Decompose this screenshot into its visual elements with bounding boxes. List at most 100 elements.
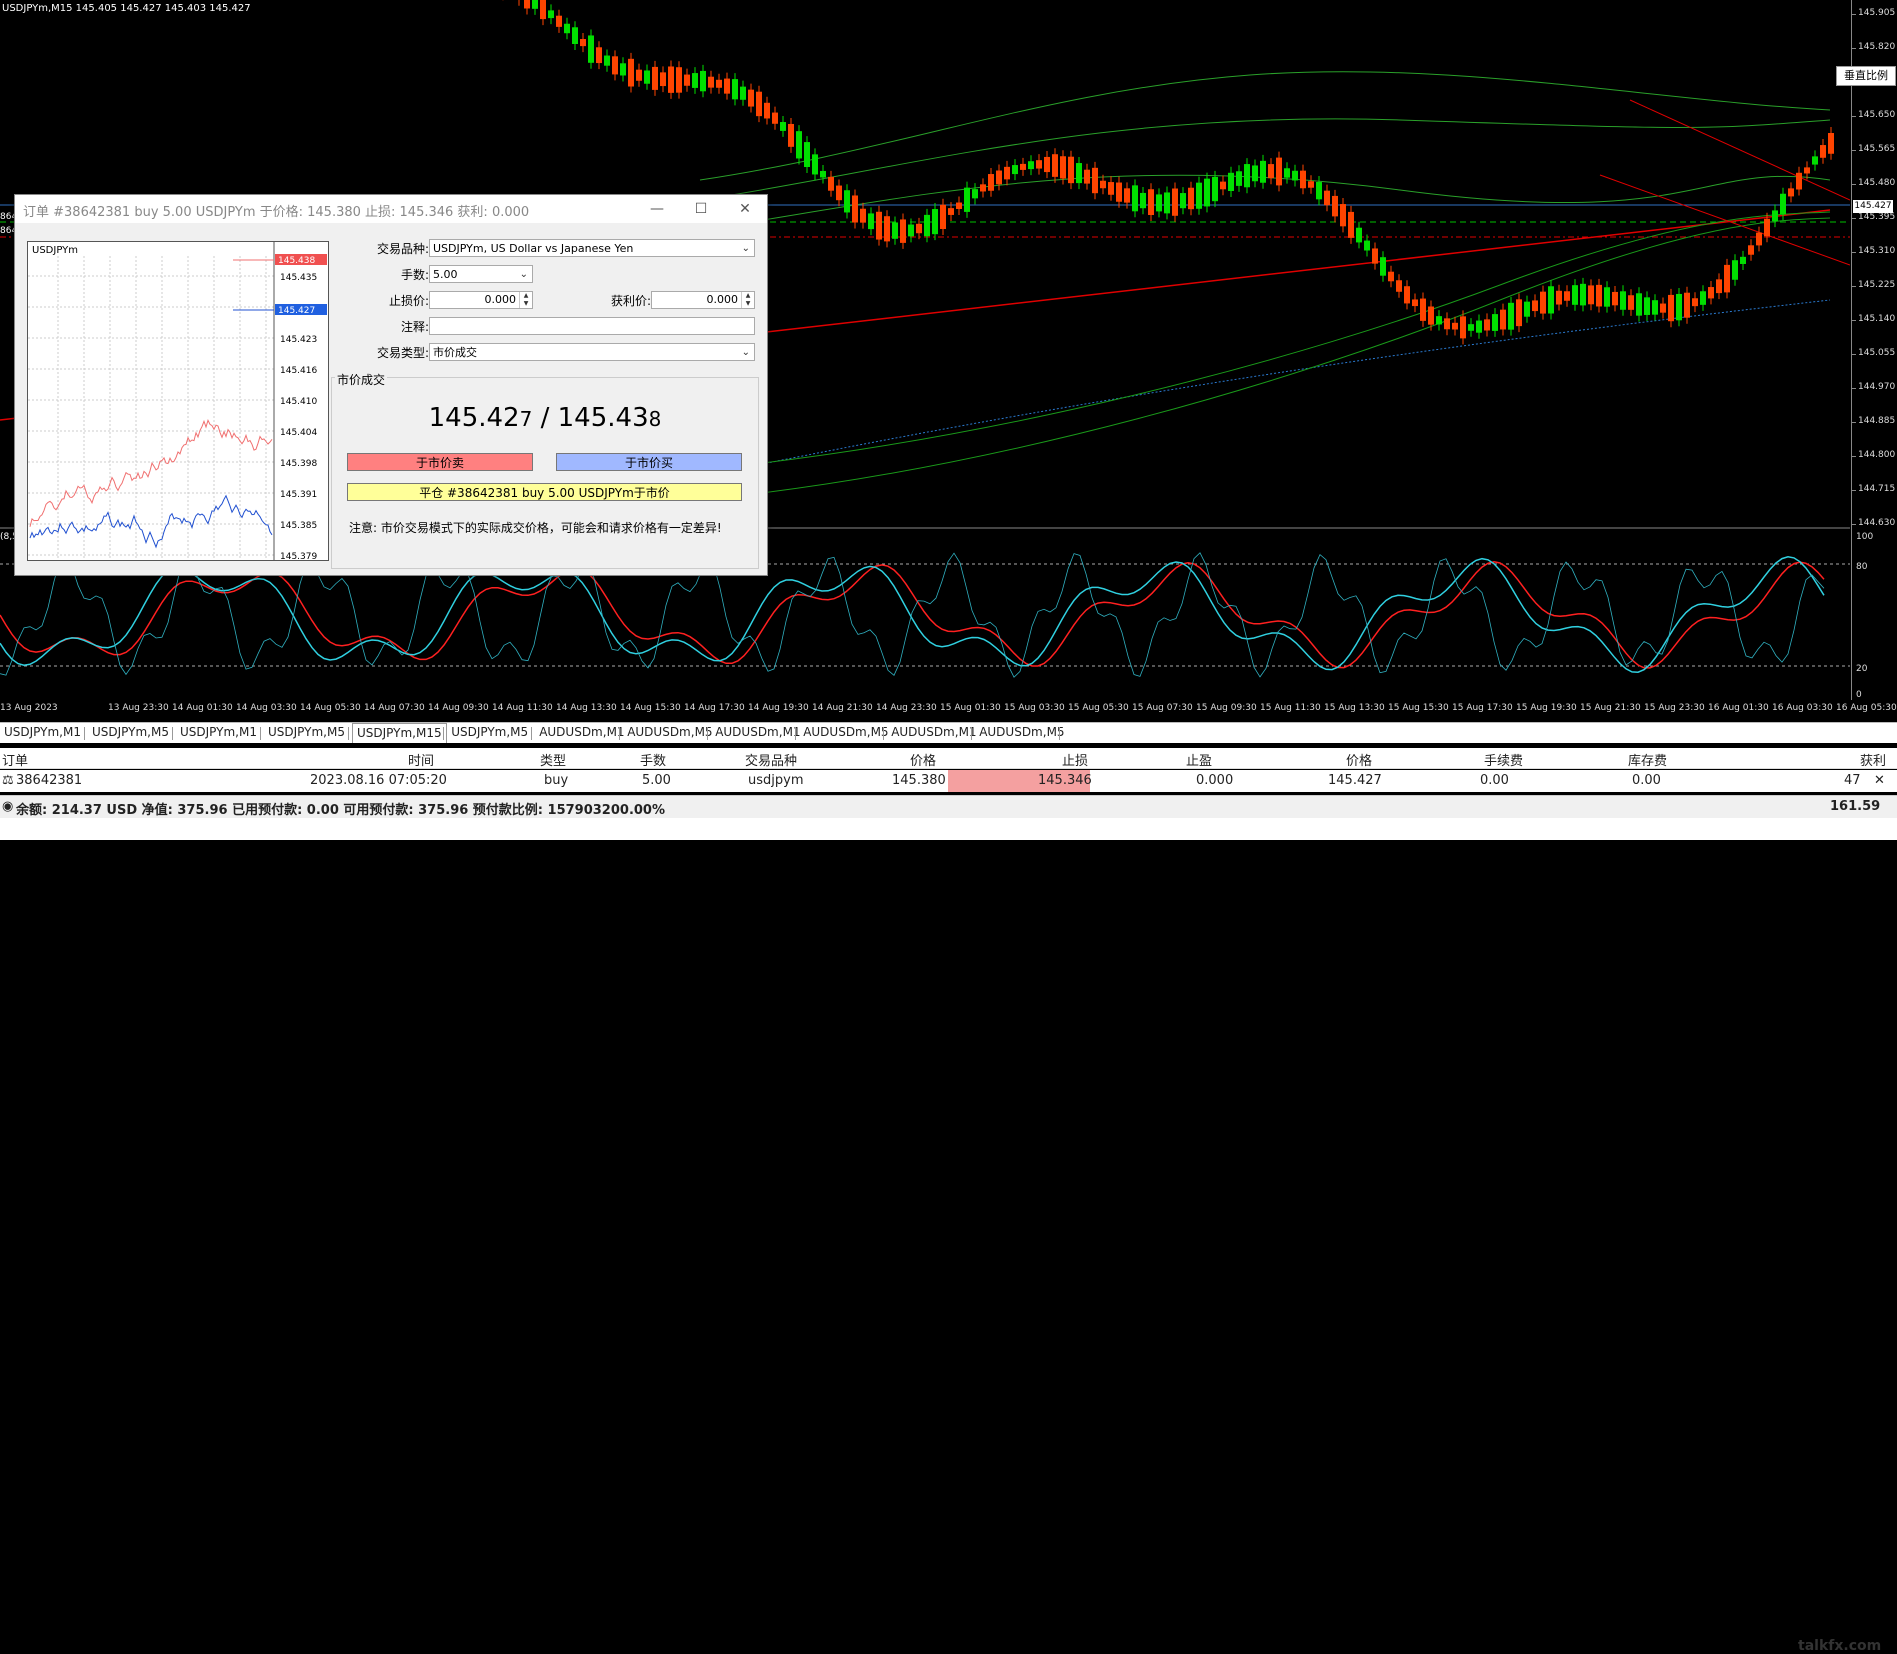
chart-tab[interactable]: AUDUSDm,M5 [975,725,1068,739]
col-profit[interactable]: 获利 [1860,750,1886,769]
col-type[interactable]: 类型 [540,750,566,769]
candle-body [596,47,602,64]
bid-price-tag-text: 145.427 [278,306,315,316]
candle-body [1556,290,1562,305]
maximize-icon[interactable]: ☐ [679,195,723,223]
col-time[interactable]: 时间 [408,750,434,769]
symbol-select[interactable]: USDJPYm, US Dollar vs Japanese Yen ⌄ [429,239,755,257]
col-commission[interactable]: 手续费 [1484,750,1523,769]
candle-body [1812,156,1818,165]
sell-by-market-button[interactable]: 于市价卖 [347,453,533,471]
time-tick-label: 16 Aug 01:30 [1708,703,1769,713]
candle-body [1804,167,1810,174]
candle-body [1028,161,1034,170]
chart-tab[interactable]: AUDUSDm,M1 [887,725,980,739]
chart-tab[interactable]: USDJPYm,M5 [447,725,532,739]
chart-tab[interactable]: AUDUSDm,M1 [535,725,628,739]
dialog-titlebar[interactable]: 订单 #38642381 buy 5.00 USDJPYm 于价格: 145.3… [15,195,767,223]
tab-separator [971,727,973,740]
price-tick-label: 145.820 [1851,42,1896,52]
col-tp[interactable]: 止盈 [1186,750,1212,769]
candle-body [1212,176,1218,202]
chart-tab[interactable]: USDJPYm,M1 [0,725,85,739]
candle-body [1284,168,1290,178]
minimize-icon[interactable]: — [635,195,679,223]
col-cur-price[interactable]: 价格 [1346,750,1372,769]
candle-body [1140,192,1146,209]
time-tick-label: 14 Aug 01:30 [172,703,233,713]
chart-tab[interactable]: AUDUSDm,M5 [799,725,892,739]
lots-label: 手数: [400,268,429,282]
order-tp[interactable]: 0.000 [1196,773,1233,788]
col-swap[interactable]: 库存费 [1628,750,1667,769]
candle-body [956,202,962,209]
candle-body [1044,156,1050,173]
order-sl[interactable]: 145.346 [1038,773,1092,788]
lots-select[interactable]: 5.00 ⌄ [429,265,533,283]
chart-tab[interactable]: USDJPYm,M15 [352,723,447,743]
close-position-button[interactable]: 平仓 #38642381 buy 5.00 USDJPYm于市价 [347,483,742,501]
candle-body [1524,301,1530,317]
spin-arrows-icon[interactable]: ▲ ▼ [519,292,532,308]
tab-separator [1059,727,1061,740]
price-tick-label: 145.310 [1851,246,1896,256]
order-cur-price: 145.427 [1328,773,1382,788]
vertical-scale-button[interactable]: 垂直比例 [1836,66,1896,86]
close-order-icon[interactable]: ✕ [1874,773,1885,788]
col-sl[interactable]: 止损 [1062,750,1088,769]
comment-input[interactable] [429,317,755,335]
candle-body [1260,160,1266,183]
col-symbol[interactable]: 交易品种 [745,750,797,769]
candle-body [1492,314,1498,331]
candle-body [868,213,874,230]
candle-body [1684,292,1690,318]
chart-tab[interactable]: AUDUSDm,M1 [711,725,804,739]
buy-by-market-button[interactable]: 于市价买 [556,453,742,471]
col-price[interactable]: 价格 [910,750,936,769]
order-row[interactable]: ⚖ 38642381 2023.08.16 07:05:20 buy 5.00 … [0,770,1897,792]
candle-body [1692,298,1698,307]
tp-input[interactable]: 0.000 ▲ ▼ [651,291,755,309]
candle-body [884,216,890,242]
candle-body [1652,300,1658,315]
candle-body [1628,295,1634,310]
comment-label: 注释: [400,320,429,334]
order-dialog[interactable]: 订单 #38642381 buy 5.00 USDJPYm 于价格: 145.3… [14,194,768,576]
candle-body [644,70,650,84]
col-order[interactable]: 订单 [2,750,28,769]
time-tick-label: 15 Aug 13:30 [1324,703,1385,713]
candle-body [1156,194,1162,212]
candle-body [684,74,690,86]
total-profit: 161.59 [1830,799,1881,814]
chart-tab[interactable]: USDJPYm,M1 [176,725,261,739]
col-lots[interactable]: 手数 [640,750,666,769]
candle-body [1604,287,1610,307]
candle-body [788,123,794,147]
candle-body [1228,172,1234,192]
price-tick-label: 145.395 [1851,212,1896,222]
chart-tab[interactable]: USDJPYm,M5 [264,725,349,739]
candle-body [1700,291,1706,305]
candle-body [1268,164,1274,179]
candle-body [1004,166,1010,180]
ask-price-tag-text: 145.438 [278,256,315,266]
candle-body [1828,133,1834,154]
candle-body [1780,193,1786,215]
type-select[interactable]: 市价成交 ⌄ [429,343,755,361]
candle-body [588,35,594,63]
lots-value: 5.00 [433,268,458,281]
sl-input[interactable]: 0.000 ▲ ▼ [429,291,533,309]
tab-separator [260,727,261,740]
time-tick-label: 15 Aug 15:30 [1388,703,1449,713]
candle-body [804,142,810,168]
close-icon[interactable]: ✕ [723,195,767,223]
candle-body [1196,182,1202,209]
chart-tab[interactable]: USDJPYm,M5 [88,725,173,739]
spin-arrows-icon[interactable]: ▲ ▼ [741,292,754,308]
candle-body [1740,256,1746,264]
mini-tick-label: 145.398 [280,459,317,469]
price-scale[interactable]: 145.905145.820145.735145.650145.565145.4… [1851,0,1897,700]
chart-tab[interactable]: AUDUSDm,M5 [623,725,716,739]
candle-body [1516,299,1522,327]
price-tick-label: 145.055 [1851,348,1896,358]
